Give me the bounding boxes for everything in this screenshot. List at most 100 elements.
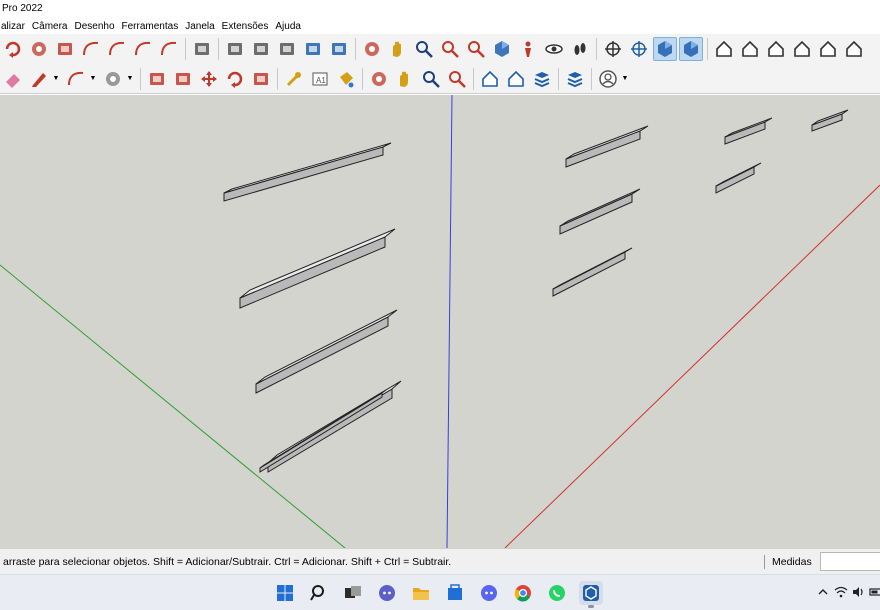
extension-warehouse-icon[interactable] xyxy=(504,67,528,91)
section-display-icon[interactable] xyxy=(627,37,651,61)
active-indicator xyxy=(588,605,594,608)
file-explorer-icon[interactable] xyxy=(409,581,433,605)
zoom-extents-icon[interactable] xyxy=(464,37,488,61)
house-outline-icon[interactable] xyxy=(816,37,840,61)
orbit-tool-icon[interactable] xyxy=(367,67,391,91)
menu-item-câmera[interactable]: Câmera xyxy=(29,21,72,32)
volume-icon[interactable] xyxy=(851,584,867,600)
2-point-arc-icon[interactable] xyxy=(105,37,129,61)
window-title: Pro 2022 xyxy=(2,3,43,14)
discord-icon[interactable] xyxy=(477,581,501,605)
toolbar-separator xyxy=(185,38,186,60)
scene-canvas[interactable] xyxy=(0,95,880,548)
offset-icon[interactable] xyxy=(275,37,299,61)
arc-tool-icon[interactable] xyxy=(64,67,88,91)
section-plane-icon[interactable] xyxy=(601,37,625,61)
model-bar[interactable] xyxy=(259,389,387,473)
pie-icon[interactable] xyxy=(157,37,181,61)
model-bar[interactable] xyxy=(811,109,849,132)
model-bar[interactable] xyxy=(559,188,641,235)
start-icon[interactable] xyxy=(273,581,297,605)
follow-me-icon[interactable] xyxy=(223,37,247,61)
iso-view-icon[interactable] xyxy=(653,37,677,61)
pan-icon[interactable] xyxy=(386,37,410,61)
paint-bucket-icon[interactable] xyxy=(334,67,358,91)
walk-icon[interactable] xyxy=(568,37,592,61)
svg-text:A1: A1 xyxy=(316,76,326,85)
look-around-icon[interactable] xyxy=(542,37,566,61)
pencil-icon[interactable] xyxy=(27,67,51,91)
teams-icon[interactable] xyxy=(375,581,399,605)
menu-item-janela[interactable]: Janela xyxy=(182,21,218,32)
store-icon[interactable] xyxy=(443,581,467,605)
tools-toolbar: ▼ ▼ ▼ A1 ▼ xyxy=(0,64,880,94)
chevron-down-icon[interactable]: ▼ xyxy=(126,67,134,91)
wireframe-style-icon[interactable] xyxy=(738,37,762,61)
layers-icon[interactable] xyxy=(530,67,554,91)
polygon-icon[interactable] xyxy=(53,37,77,61)
zoom-icon[interactable] xyxy=(412,37,436,61)
move-icon[interactable] xyxy=(197,67,221,91)
monochrome-icon[interactable] xyxy=(842,37,866,61)
chevron-down-icon[interactable]: ▼ xyxy=(621,67,629,91)
hidden-line-style-icon[interactable] xyxy=(764,37,788,61)
scale-icon[interactable] xyxy=(249,37,273,61)
measurements-input[interactable] xyxy=(820,552,880,571)
model-bar[interactable] xyxy=(223,142,392,202)
pan-tool-icon[interactable] xyxy=(393,67,417,91)
task-view-icon[interactable] xyxy=(341,581,365,605)
account-icon[interactable] xyxy=(596,67,620,91)
rotate-rect-icon[interactable] xyxy=(1,37,25,61)
arc-icon[interactable] xyxy=(79,37,103,61)
sketchup-icon[interactable] xyxy=(579,581,603,608)
model-bar[interactable] xyxy=(565,125,649,168)
chevron-down-icon[interactable]: ▼ xyxy=(52,67,60,91)
toolbar-separator xyxy=(355,38,356,60)
previous-view-icon[interactable] xyxy=(490,37,514,61)
modeling-viewport[interactable] xyxy=(0,95,880,548)
intersect-icon[interactable] xyxy=(301,37,325,61)
extension-manager-icon[interactable] xyxy=(563,67,587,91)
push-pull-tool-icon[interactable] xyxy=(145,67,169,91)
circle-icon[interactable] xyxy=(27,37,51,61)
zoom-tool-icon[interactable] xyxy=(419,67,443,91)
circle-tool-icon[interactable] xyxy=(101,67,125,91)
scale-tool-icon[interactable] xyxy=(249,67,273,91)
tape-measure-icon[interactable] xyxy=(282,67,306,91)
menu-item-ferramentas[interactable]: Ferramentas xyxy=(119,21,183,32)
warehouse-icon[interactable] xyxy=(478,67,502,91)
text-icon[interactable]: A1 xyxy=(308,67,332,91)
3-point-arc-icon[interactable] xyxy=(131,37,155,61)
search-icon[interactable] xyxy=(307,581,331,605)
model-bar[interactable] xyxy=(715,162,762,194)
menu-item-ajuda[interactable]: Ajuda xyxy=(272,21,305,32)
eraser-icon[interactable] xyxy=(1,67,25,91)
rotate-icon[interactable] xyxy=(223,67,247,91)
orbit-icon[interactable] xyxy=(360,37,384,61)
position-camera-icon[interactable] xyxy=(516,37,540,61)
model-group[interactable] xyxy=(223,109,849,473)
outer-shell-icon[interactable] xyxy=(327,37,351,61)
push-pull-icon[interactable] xyxy=(190,37,214,61)
model-bar[interactable] xyxy=(239,228,396,309)
red-axis xyxy=(504,184,880,548)
title-bar: Pro 2022 xyxy=(0,0,880,18)
zoom-window-icon[interactable] xyxy=(438,37,462,61)
xray-style-icon[interactable] xyxy=(712,37,736,61)
model-bar[interactable] xyxy=(552,247,633,297)
model-bar[interactable] xyxy=(724,117,773,145)
follow-me-tool-icon[interactable] xyxy=(171,67,195,91)
whatsapp-icon[interactable] xyxy=(545,581,569,605)
wifi-icon[interactable] xyxy=(833,584,849,600)
top-view-icon[interactable] xyxy=(679,37,703,61)
zoom-extents-tool-icon[interactable] xyxy=(445,67,469,91)
battery-icon[interactable] xyxy=(868,584,880,600)
shaded-style-icon[interactable] xyxy=(790,37,814,61)
model-bar[interactable] xyxy=(255,309,398,394)
chevron-down-icon[interactable]: ▼ xyxy=(89,67,97,91)
chevron-up-icon[interactable] xyxy=(815,584,831,600)
menu-item-desenho[interactable]: Desenho xyxy=(71,21,118,32)
chrome-icon[interactable] xyxy=(511,581,535,605)
menu-item-alizar[interactable]: alizar xyxy=(0,21,29,32)
menu-item-extensões[interactable]: Extensões xyxy=(219,21,273,32)
